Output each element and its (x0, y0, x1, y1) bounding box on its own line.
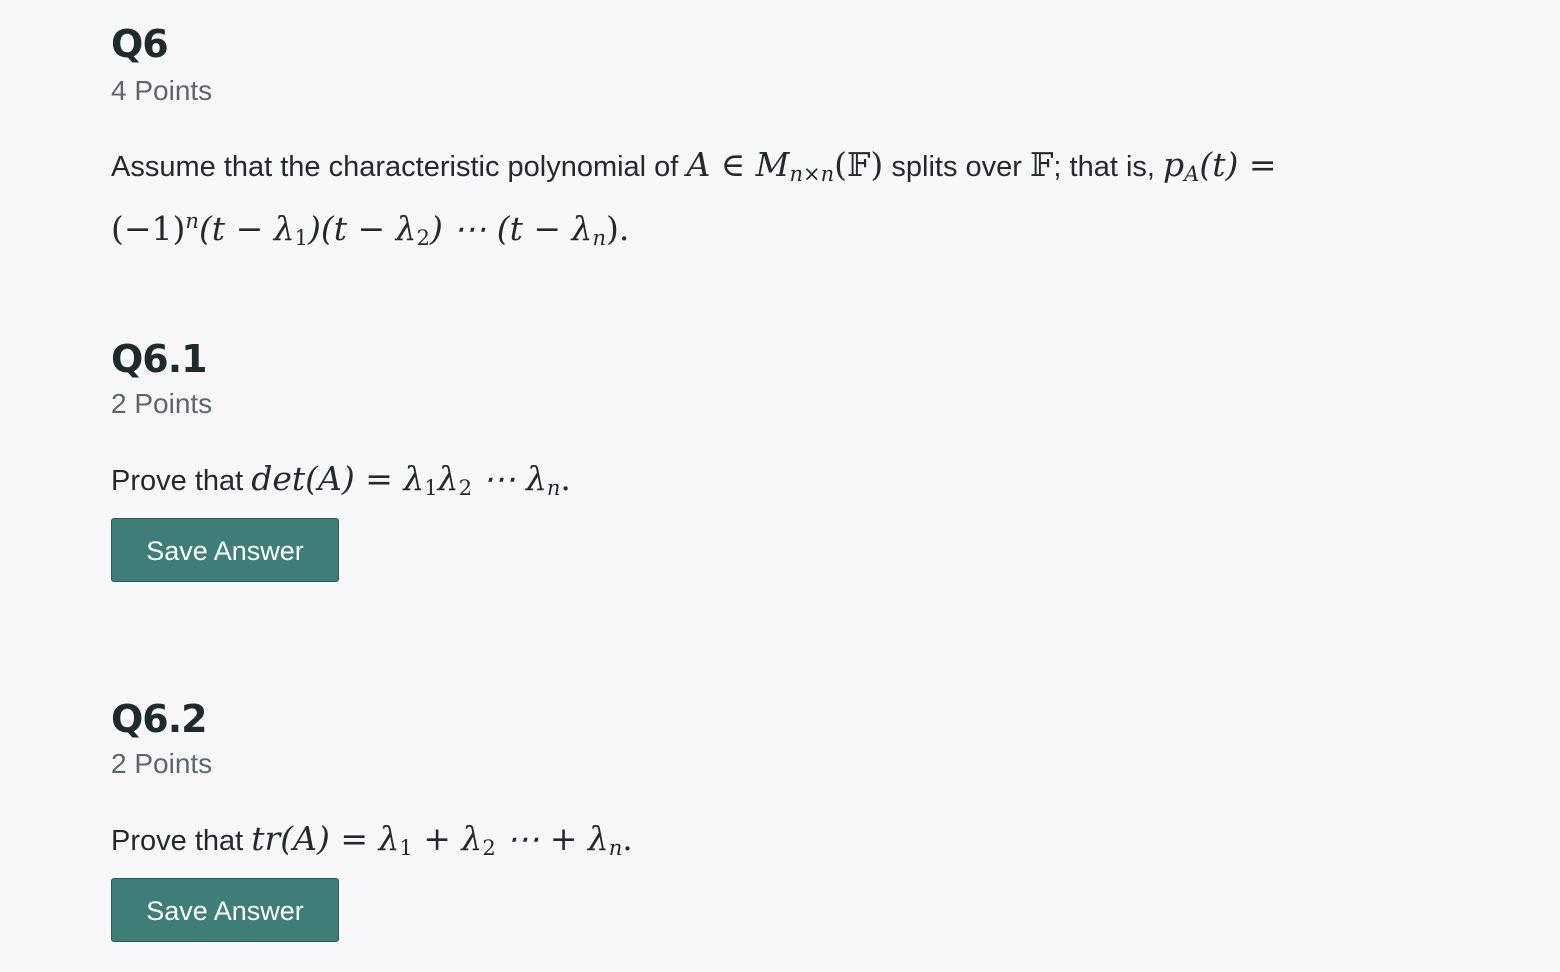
math-trace: tr(A) = λ1 + λ2 ⋯ + λn. (251, 819, 633, 860)
question-6-statement-line-2: (−1)n(t − λ1)(t − λ2) ⋯ (t − λn). (111, 209, 630, 250)
question-6-1-points: 2 Points (111, 388, 213, 419)
question-6-title: Q6 (111, 22, 169, 66)
question-6-2-points: 2 Points (111, 748, 213, 779)
question-6-statement-line-1: Assume that the characteristic polynomia… (111, 141, 1276, 198)
question-6-1-prompt: Prove that det(A) = λ1λ2 ⋯ λn. (111, 455, 571, 512)
statement-that-is: ; that is, (1053, 151, 1155, 183)
prompt-text: Prove that (111, 465, 244, 497)
prompt-text: Prove that (111, 825, 244, 857)
statement-splits: splits over (891, 151, 1022, 183)
math-determinant: det(A) = λ1λ2 ⋯ λn. (251, 459, 571, 500)
question-6-points: 4 Points (111, 75, 213, 106)
statement-intro: Assume that the characteristic polynomia… (111, 151, 679, 183)
question-6-2-prompt: Prove that tr(A) = λ1 + λ2 ⋯ + λn. (111, 815, 633, 872)
math-matrix-membership: A ∈ Mn×n(𝔽) (686, 145, 884, 186)
math-char-poly: pA(t) = (1163, 145, 1277, 186)
question-6-statement: Assume that the characteristic polynomia… (111, 141, 1276, 262)
save-answer-button-6-2[interactable]: Save Answer (111, 878, 339, 942)
question-6-1-title: Q6.1 (111, 337, 208, 381)
save-answer-button-6-1[interactable]: Save Answer (111, 518, 339, 582)
math-field-symbol: 𝔽 (1029, 145, 1054, 184)
question-6-2-title: Q6.2 (111, 697, 208, 741)
